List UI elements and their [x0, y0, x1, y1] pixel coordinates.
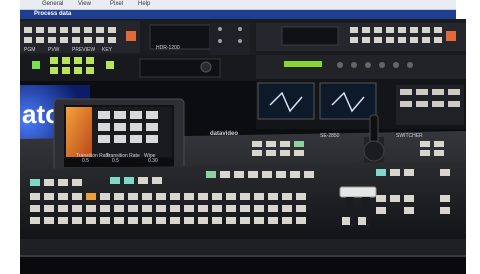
monitor-value-1: 0.5: [82, 158, 89, 164]
rack-label-key: KEY: [102, 47, 113, 53]
menu-item-pixel[interactable]: Pixel: [110, 1, 123, 7]
panel-brand: datavideo: [210, 131, 239, 137]
photo-scene: ato Transition Rate Transition Rate Wipe…: [20, 19, 466, 274]
window-title: Process data: [34, 11, 72, 17]
rack-label-preview: PREVIEW: [72, 47, 96, 53]
menu-item-view[interactable]: View: [78, 1, 91, 7]
recorder-label: HDR-1200: [156, 45, 180, 51]
monitor-value-3: 0.30: [148, 158, 158, 164]
window-title-bar: Process data: [20, 10, 456, 19]
rack-label-pvw: PVW: [48, 47, 60, 53]
rack-label-pgm: PGM: [24, 47, 36, 53]
menu-item-help[interactable]: Help: [138, 1, 150, 7]
console-model-label: SE-2850: [320, 133, 340, 139]
monitor-value-2: 0.5: [112, 158, 119, 164]
broadcast-switcher-photo: ato: [20, 19, 466, 274]
menu-bar: General View Pixel Help: [20, 0, 456, 10]
console-switcher-label: SWITCHER: [396, 133, 423, 139]
menu-item-general[interactable]: General: [42, 1, 63, 7]
